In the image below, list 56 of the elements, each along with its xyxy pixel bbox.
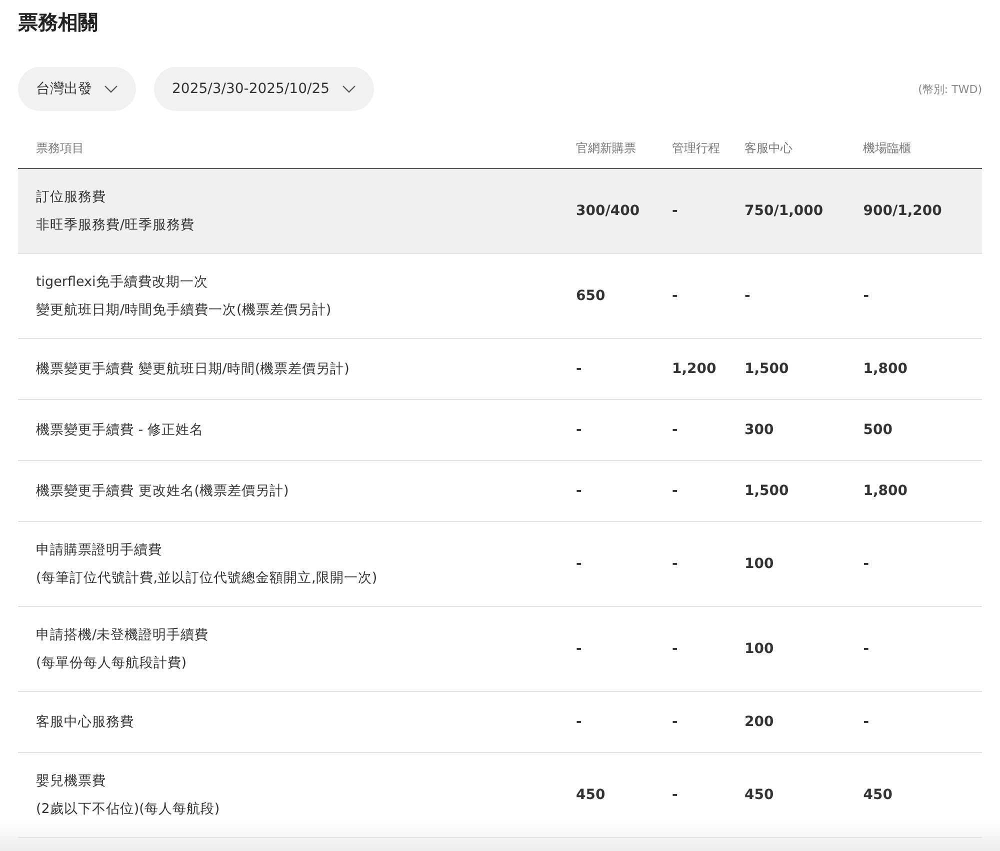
item-name: 機票變更手續費 - 修正姓名	[36, 421, 204, 440]
fee-value: -	[576, 422, 582, 438]
fee-value: 500	[863, 422, 892, 438]
item-name: 客服中心服務費	[36, 713, 135, 732]
fee-value: -	[863, 556, 870, 572]
fee-value: -	[672, 203, 678, 219]
fee-value: 300/400	[576, 203, 640, 219]
fee-value: 1,800	[863, 361, 908, 377]
fee-value: -	[672, 714, 678, 730]
item-detail: (每筆訂位代號計費,並以訂位代號總金額開立,限開一次)	[36, 569, 378, 588]
item-name: 機票變更手續費 更改姓名(機票差價另計)	[36, 482, 290, 501]
fee-value: -	[672, 787, 678, 803]
fee-value: 1,500	[744, 483, 789, 499]
item-name: 機票變更手續費 變更航班日期/時間(機票差價另計)	[36, 360, 350, 379]
fee-value: 450	[744, 787, 774, 803]
fee-value: -	[576, 556, 582, 572]
fee-value: -	[576, 361, 582, 377]
fee-value: -	[576, 714, 582, 730]
item-name: 嬰兒機票費	[36, 772, 107, 791]
fee-value: 450	[863, 787, 892, 803]
fee-value: -	[576, 483, 582, 499]
fee-value: -	[744, 288, 750, 304]
fee-value: -	[863, 641, 870, 657]
section-title: 票務相關	[18, 9, 99, 36]
fee-value: -	[672, 556, 678, 572]
item-detail: (每單份每人每航段計費)	[36, 654, 188, 673]
fee-value: -	[863, 714, 870, 730]
item-name: 訂位服務費	[36, 188, 107, 207]
fee-value: -	[672, 422, 678, 438]
fee-value: 200	[744, 714, 774, 730]
item-name: 申請搭機/未登機證明手續費	[36, 626, 210, 645]
item-detail: 非旺季服務費/旺季服務費	[36, 216, 196, 235]
fee-value: 650	[576, 288, 606, 304]
item-detail: 變更航班日期/時間免手續費一次(機票差價另計)	[36, 301, 332, 320]
currency-note: (幣別: TWD)	[918, 82, 982, 96]
fee-value: -	[863, 288, 870, 304]
fee-value: -	[672, 641, 678, 657]
fee-value: 450	[576, 787, 606, 803]
fee-value: 900/1,200	[863, 203, 942, 219]
fee-value: -	[576, 641, 582, 657]
filter-dropdown[interactable]: 台灣出發	[18, 67, 136, 111]
item-name: 申請購票證明手續費	[36, 541, 163, 560]
fee-value: -	[672, 288, 678, 304]
fee-value: 300	[744, 422, 774, 438]
fee-value: 100	[744, 641, 774, 657]
fee-value: 1,500	[744, 361, 789, 377]
fee-value: 100	[744, 556, 774, 572]
fee-value: 1,800	[863, 483, 908, 499]
fee-value: 1,200	[672, 361, 716, 377]
filter-dropdown[interactable]: 2025/3/30-2025/10/25	[154, 67, 374, 111]
fee-value: -	[672, 483, 678, 499]
chevron-down-icon	[104, 85, 118, 93]
item-detail: (2歲以下不佔位)(每人每航段)	[36, 800, 221, 819]
fee-value: 750/1,000	[744, 203, 824, 219]
item-name: tigerflexi免手續費改期一次	[36, 273, 209, 292]
chevron-down-icon	[342, 85, 356, 93]
